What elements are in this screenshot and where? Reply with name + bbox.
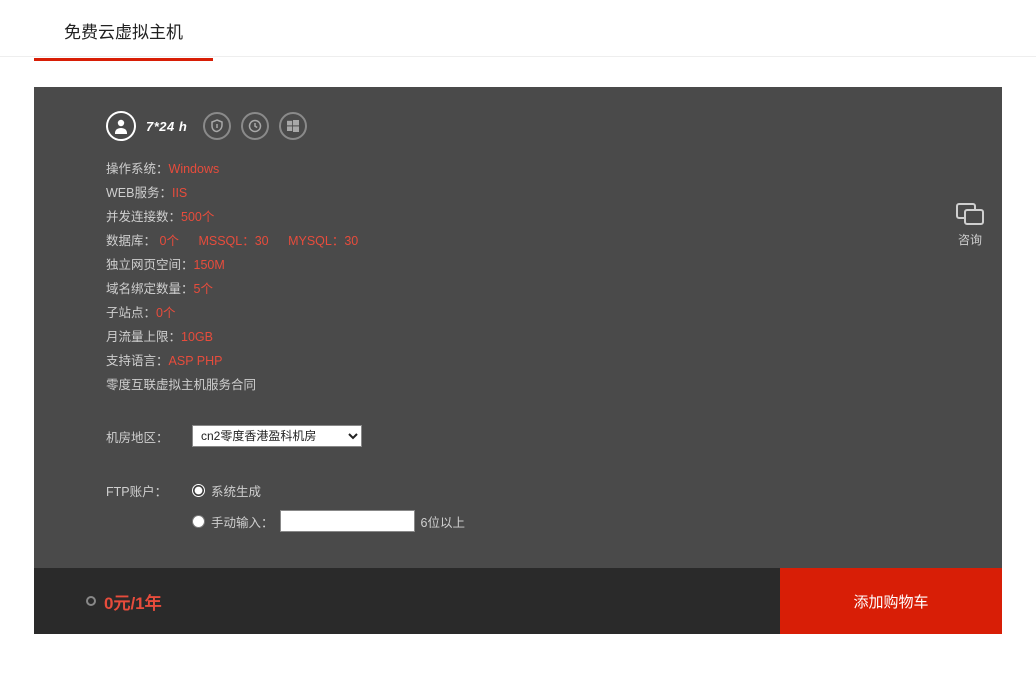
spec-conn-label: 并发连接数： [106, 210, 181, 224]
consult-button[interactable]: 咨询 [956, 203, 984, 248]
spec-conn-value: 500个 [181, 210, 214, 224]
tab-bar: 免费云虚拟主机 [0, 0, 1036, 57]
ftp-option-manual[interactable]: 手动输入： 6位以上 [192, 510, 465, 532]
ftp-hint: 6位以上 [421, 512, 465, 531]
ftp-radio-manual[interactable] [192, 515, 205, 528]
price-text: 0元/1年 [104, 589, 162, 614]
spec-sub-value: 0个 [156, 306, 175, 320]
hours-text: 7*24 h [146, 119, 187, 134]
spec-web-value: IIS [172, 186, 187, 200]
spec-web-label: WEB服务： [106, 186, 172, 200]
spec-contract[interactable]: 零度互联虚拟主机服务合同 [106, 378, 256, 392]
ftp-manual-input[interactable] [280, 510, 415, 532]
ftp-option-auto[interactable]: 系统生成 [192, 481, 465, 500]
spec-db-v2: MSSQL：30 [198, 234, 268, 248]
header-icon-row: 7*24 h [106, 111, 1002, 141]
region-row: 机房地区： cn2零度香港盈科机房 [106, 425, 1002, 447]
ftp-label: FTP账户： [106, 481, 192, 532]
spec-flow-value: 10GB [181, 330, 213, 344]
spec-lang-label: 支持语言： [106, 354, 169, 368]
spec-db-v3: MYSQL：30 [288, 234, 358, 248]
spec-sub-label: 子站点： [106, 306, 156, 320]
ftp-manual-text: 手动输入： [211, 512, 274, 531]
spec-db-v1: 0个 [160, 234, 179, 248]
clock-icon [241, 112, 269, 140]
spec-os-label: 操作系统： [106, 162, 169, 176]
spec-flow-label: 月流量上限： [106, 330, 181, 344]
spec-space-value: 150M [194, 258, 225, 272]
spec-os-value: Windows [169, 162, 220, 176]
spec-db-label: 数据库： [106, 234, 156, 248]
person-icon [106, 111, 136, 141]
tab-label: 免费云虚拟主机 [64, 23, 183, 42]
spec-list: 操作系统：Windows WEB服务：IIS 并发连接数：500个 数据库： 0… [106, 157, 1002, 397]
shield-icon [203, 112, 231, 140]
product-panel: 7*24 h 操作系统：Windows WEB服务：IIS 并发连接数：500个… [34, 87, 1002, 568]
region-select[interactable]: cn2零度香港盈科机房 [192, 425, 362, 447]
windows-icon [279, 112, 307, 140]
price-block: 0元/1年 [34, 568, 780, 634]
spec-domain-label: 域名绑定数量： [106, 282, 194, 296]
spec-space-label: 独立网页空间： [106, 258, 194, 272]
spec-lang-value: ASP PHP [169, 354, 223, 368]
consult-label: 咨询 [956, 231, 984, 248]
ftp-auto-text: 系统生成 [211, 481, 261, 500]
ftp-row: FTP账户： 系统生成 手动输入： 6位以上 [106, 481, 1002, 532]
region-label: 机房地区： [106, 427, 192, 446]
cart-label: 添加购物车 [853, 591, 928, 612]
chat-icon [956, 203, 984, 227]
price-radio-icon[interactable] [86, 596, 96, 606]
spec-domain-value: 5个 [194, 282, 213, 296]
add-to-cart-button[interactable]: 添加购物车 [780, 568, 1002, 634]
ftp-radio-auto[interactable] [192, 484, 205, 497]
footer-bar: 0元/1年 添加购物车 [34, 568, 1002, 634]
tab-free-cloud-host[interactable]: 免费云虚拟主机 [34, 0, 213, 60]
